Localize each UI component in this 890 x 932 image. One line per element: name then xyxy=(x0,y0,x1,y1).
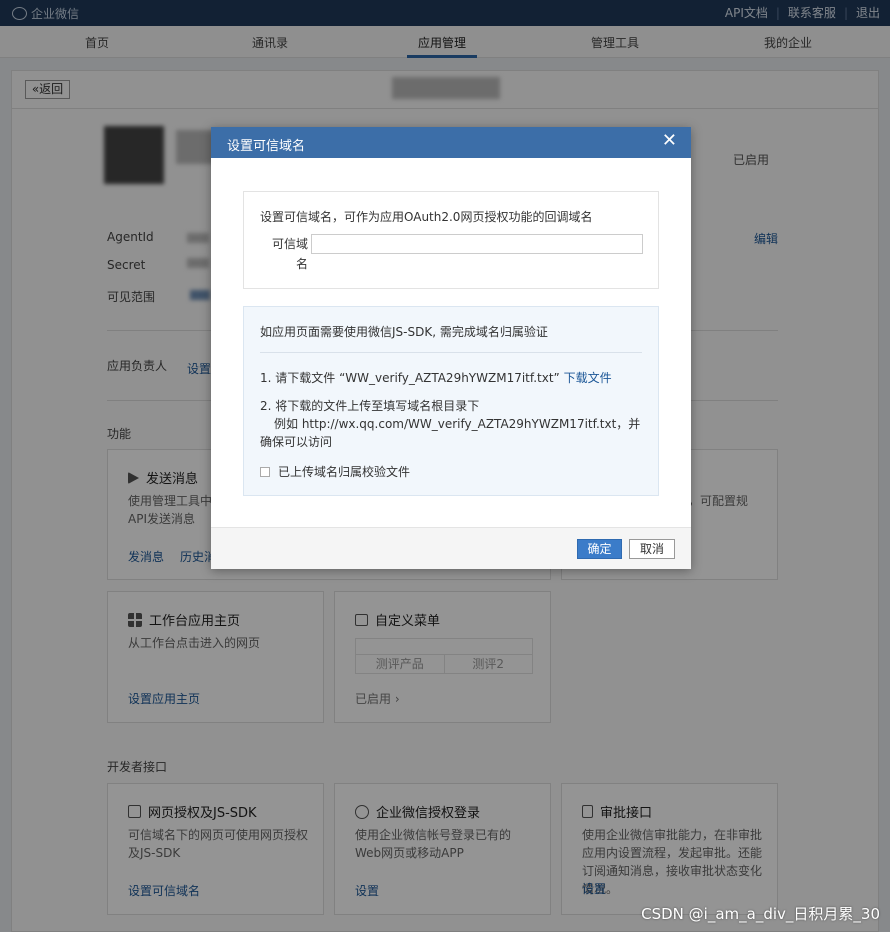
confirm-button[interactable]: 确定 xyxy=(577,539,622,559)
divider xyxy=(260,352,642,353)
uploaded-checkbox-label[interactable]: 已上传域名归属校验文件 xyxy=(278,463,410,480)
domain-box: 设置可信域名，可作为应用OAuth2.0网页授权功能的回调域名 可信域名 xyxy=(243,191,659,289)
download-file-link[interactable]: 下载文件 xyxy=(564,371,612,385)
domain-description: 设置可信域名，可作为应用OAuth2.0网页授权功能的回调域名 xyxy=(260,210,593,224)
watermark: CSDN @i_am_a_div_日积月累_30 xyxy=(641,905,880,923)
verify-step-2-example: 例如 http://wx.qq.com/WW_verify_AZTA29hYWZ… xyxy=(260,417,641,449)
dialog-title: 设置可信域名 xyxy=(227,139,306,154)
step1-text: 1. 请下载文件 “WW_verify_AZTA29hYWZM17itf.txt… xyxy=(260,371,560,385)
verify-step-2: 2. 将下载的文件上传至填写域名根目录下 xyxy=(260,399,480,413)
dialog-header: 设置可信域名 ✕ xyxy=(211,127,691,158)
trusted-domain-dialog: 设置可信域名 ✕ 设置可信域名，可作为应用OAuth2.0网页授权功能的回调域名… xyxy=(211,127,691,569)
verify-box: 如应用页面需要使用微信JS-SDK, 需完成域名归属验证 1. 请下载文件 “W… xyxy=(243,306,659,496)
domain-field-label: 可信域名 xyxy=(271,237,308,271)
uploaded-checkbox-row[interactable]: 已上传域名归属校验文件 xyxy=(260,463,410,480)
verify-step-1: 1. 请下载文件 “WW_verify_AZTA29hYWZM17itf.txt… xyxy=(260,369,612,386)
dialog-footer: 确定 取消 xyxy=(211,527,691,569)
verify-intro: 如应用页面需要使用微信JS-SDK, 需完成域名归属验证 xyxy=(260,325,548,339)
uploaded-checkbox[interactable] xyxy=(260,466,270,477)
trusted-domain-input[interactable] xyxy=(311,234,643,254)
close-icon[interactable]: ✕ xyxy=(662,131,677,151)
cancel-button[interactable]: 取消 xyxy=(629,539,675,559)
